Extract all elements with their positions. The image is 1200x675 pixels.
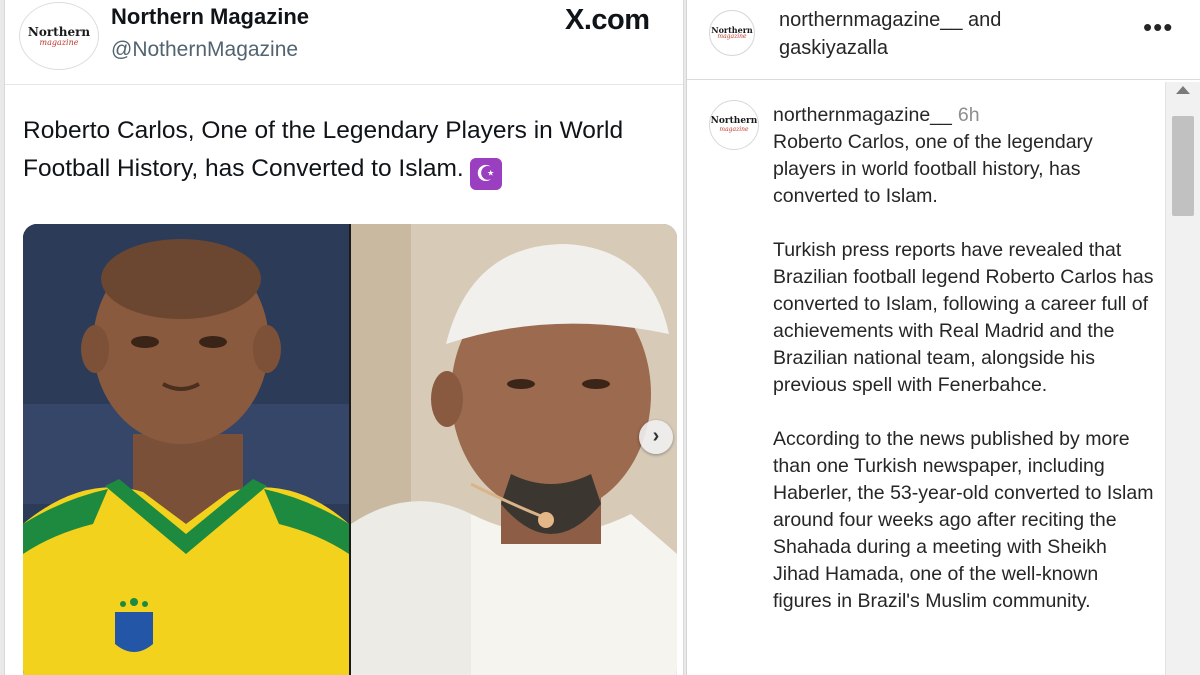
next-image-chevron-icon[interactable]: › [639,420,673,454]
instagram-post: Northern magazine northernmagazine__ and… [686,0,1200,675]
photo-player-with-kufi-cap[interactable] [351,224,677,675]
player-illustration [23,224,349,675]
more-options-icon[interactable]: ••• [1143,12,1173,43]
post-timestamp[interactable]: 6h [958,104,980,126]
x-post: Northern magazine Northern Magazine @Not… [4,0,684,675]
avatar-logo-text: Northern [27,24,91,39]
star-and-crescent-emoji-icon: ☪ [469,158,502,190]
tweet-text: Roberto Carlos, One of the Legendary Pla… [23,112,663,190]
caption-first-paragraph: northernmagazine__ 6h Roberto Carlos, one… [773,102,1157,210]
scrollbar-thumb[interactable] [1172,116,1194,216]
tweet-media[interactable]: › [23,224,677,675]
player-illustration-2 [351,224,677,675]
header-divider [5,84,683,85]
instagram-post-header: Northern magazine northernmagazine__ and… [687,0,1200,80]
caption-paragraph-2: Turkish press reports have revealed that… [773,239,1154,396]
avatar-logo-subtext: magazine [717,33,747,40]
post-caption: northernmagazine__ 6h Roberto Carlos, one… [773,102,1157,615]
caption-paragraph-3: According to the news published by more … [773,428,1154,612]
instagram-avatar[interactable]: Northern magazine [709,10,755,56]
post-authors: northernmagazine__ and gaskiyazalla [779,6,1001,62]
author-username-link[interactable]: northernmagazine__ and [779,6,1001,34]
account-handle[interactable]: @NothernMagazine [111,38,298,62]
caption-lead-text: Roberto Carlos, one of the legendary pla… [773,131,1093,207]
instagram-caption-area: Northern magazine northernmagazine__ 6h R… [687,82,1163,675]
avatar-logo-text: Northern [710,116,758,126]
tweet-text-body: Roberto Carlos, One of the Legendary Pla… [23,117,624,182]
caption-username-link[interactable]: northernmagazine__ [773,104,952,126]
scroll-up-arrow-icon[interactable] [1176,86,1190,94]
avatar-logo-subtext: magazine [39,37,79,47]
account-name[interactable]: Northern Magazine [111,4,309,30]
caption-scrollbar[interactable] [1165,82,1200,675]
photo-player-brazil-jersey[interactable] [23,224,349,675]
avatar-logo-subtext: magazine [719,126,749,133]
collaborator-username-link[interactable]: gaskiyazalla [779,34,1001,62]
source-label: X.com [565,4,650,36]
caption-author-avatar[interactable]: Northern magazine [709,100,759,150]
northern-magazine-avatar[interactable]: Northern magazine [19,2,99,70]
